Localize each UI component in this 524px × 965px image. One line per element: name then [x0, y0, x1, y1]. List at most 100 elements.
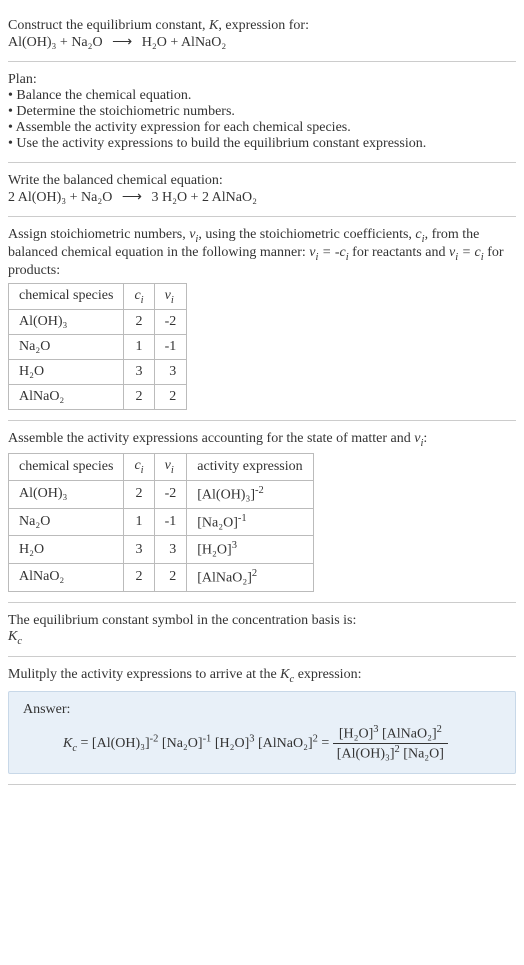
stoich-section: Assign stoichiometric numbers, νi, using… — [8, 217, 516, 421]
activity-section: Assemble the activity expressions accoun… — [8, 421, 516, 602]
cell-v: 2 — [154, 563, 187, 591]
answer-label: Answer: — [23, 702, 501, 718]
cell-c: 1 — [124, 508, 154, 536]
th-v: νi — [154, 283, 187, 310]
cell-expr: [Na₂O]-1 — [187, 508, 313, 536]
equals2: = — [318, 736, 333, 751]
st-d: for reactants and — [349, 245, 449, 260]
eq-rhs: H₂O + AlNaO₂ — [142, 35, 227, 50]
activity-table: chemical species ci νi activity expressi… — [8, 453, 314, 591]
intro-line1a: Construct the equilibrium constant, — [8, 18, 209, 33]
cell-species: H₂O — [9, 360, 124, 385]
act-b: : — [423, 431, 427, 446]
cell-v: -1 — [154, 508, 187, 536]
stoich-text: Assign stoichiometric numbers, νi, using… — [8, 227, 516, 279]
symbol-section: The equilibrium constant symbol in the c… — [8, 603, 516, 658]
c-symbol: ci — [415, 227, 424, 242]
cell-c: 1 — [124, 335, 154, 360]
table-header-row: chemical species ci νi — [9, 283, 187, 310]
st-b: , using the stoichiometric coefficients, — [198, 227, 415, 242]
act-a: Assemble the activity expressions accoun… — [8, 431, 414, 446]
rel-reactants: νi = -ci — [309, 245, 348, 260]
cell-v: -2 — [154, 310, 187, 335]
table-row: Na₂O 1 -1 — [9, 335, 187, 360]
table-row: H₂O 3 3 [H₂O]3 — [9, 536, 314, 564]
table-row: Na₂O 1 -1 [Na₂O]-1 — [9, 508, 314, 536]
th-v: νi — [154, 454, 187, 481]
balanced-rhs: 3 H₂O + 2 AlNaO₂ — [151, 190, 257, 205]
cell-species: AlNaO₂ — [9, 563, 124, 591]
th-species: chemical species — [9, 283, 124, 310]
answer-box: Answer: Kc = [Al(OH)₃]-2 [Na₂O]-1 [H₂O]3… — [8, 691, 516, 773]
table-row: Al(OH)₃ 2 -2 — [9, 310, 187, 335]
th-expr: activity expression — [187, 454, 313, 481]
table-row: AlNaO₂ 2 2 — [9, 385, 187, 410]
table-row: H₂O 3 3 — [9, 360, 187, 385]
intro-text: Construct the equilibrium constant, K, e… — [8, 18, 516, 34]
answer-equation: Kc = [Al(OH)₃]-2 [Na₂O]-1 [H₂O]3 [AlNaO₂… — [23, 724, 501, 762]
plan-item: Determine the stoichiometric numbers. — [8, 104, 516, 120]
intro-section: Construct the equilibrium constant, K, e… — [8, 8, 516, 62]
kc-lhs: Kc — [63, 736, 77, 751]
balanced-intro: Write the balanced chemical equation: — [8, 173, 516, 189]
arrow-icon: ⟶ — [112, 34, 132, 51]
cell-expr: [Al(OH)₃]-2 — [187, 480, 313, 508]
cell-species: Al(OH)₃ — [9, 310, 124, 335]
cell-c: 2 — [124, 480, 154, 508]
eq-lhs: Al(OH)₃ + Na₂O — [8, 35, 103, 50]
rel-products: νi = ci — [449, 245, 484, 260]
fin-a: Mulitply the activity expressions to arr… — [8, 667, 280, 682]
term2: [Na₂O]-1 — [162, 736, 211, 751]
equals: = — [77, 736, 92, 751]
unbalanced-equation: Al(OH)₃ + Na₂O ⟶ H₂O + AlNaO₂ — [8, 34, 516, 51]
balanced-equation: 2 Al(OH)₃ + Na₂O ⟶ 3 H₂O + 2 AlNaO₂ — [8, 189, 516, 206]
final-section: Mulitply the activity expressions to arr… — [8, 657, 516, 784]
th-c: ci — [124, 454, 154, 481]
nu-symbol: νi — [189, 227, 198, 242]
cell-expr: [AlNaO₂]2 — [187, 563, 313, 591]
plan-item: Use the activity expressions to build th… — [8, 136, 516, 152]
plan-list: Balance the chemical equation. Determine… — [8, 88, 516, 152]
cell-c: 3 — [124, 360, 154, 385]
symbol-text: The equilibrium constant symbol in the c… — [8, 613, 516, 629]
cell-v: 3 — [154, 536, 187, 564]
table-header-row: chemical species ci νi activity expressi… — [9, 454, 314, 481]
plan-section: Plan: Balance the chemical equation. Det… — [8, 62, 516, 163]
final-intro: Mulitply the activity expressions to arr… — [8, 667, 516, 685]
cell-v: 3 — [154, 360, 187, 385]
cell-v: -1 — [154, 335, 187, 360]
activity-text: Assemble the activity expressions accoun… — [8, 431, 516, 449]
cell-species: Na₂O — [9, 335, 124, 360]
term4: [AlNaO₂]2 — [258, 736, 318, 751]
cell-c: 2 — [124, 385, 154, 410]
cell-v: 2 — [154, 385, 187, 410]
denominator: [Al(OH)₃]2 [Na₂O] — [333, 744, 448, 763]
cell-c: 2 — [124, 563, 154, 591]
K-symbol: K — [209, 18, 218, 33]
table-row: AlNaO₂ 2 2 [AlNaO₂]2 — [9, 563, 314, 591]
kc-inline: Kc — [280, 667, 294, 682]
cell-species: Na₂O — [9, 508, 124, 536]
cell-v: -2 — [154, 480, 187, 508]
balanced-lhs: 2 Al(OH)₃ + Na₂O — [8, 190, 112, 205]
stoich-table: chemical species ci νi Al(OH)₃ 2 -2 Na₂O… — [8, 283, 187, 411]
th-species: chemical species — [9, 454, 124, 481]
cell-c: 2 — [124, 310, 154, 335]
term1: [Al(OH)₃]-2 — [92, 736, 159, 751]
term3: [H₂O]3 — [215, 736, 255, 751]
cell-c: 3 — [124, 536, 154, 564]
cell-species: H₂O — [9, 536, 124, 564]
plan-item: Assemble the activity expression for eac… — [8, 120, 516, 136]
numerator: [H₂O]3 [AlNaO₂]2 — [333, 724, 448, 744]
cell-species: AlNaO₂ — [9, 385, 124, 410]
cell-expr: [H₂O]3 — [187, 536, 313, 564]
plan-title: Plan: — [8, 72, 516, 88]
th-c: ci — [124, 283, 154, 310]
st-a: Assign stoichiometric numbers, — [8, 227, 189, 242]
intro-line1b: , expression for: — [218, 18, 309, 33]
fraction: [H₂O]3 [AlNaO₂]2 [Al(OH)₃]2 [Na₂O] — [333, 724, 448, 762]
balanced-section: Write the balanced chemical equation: 2 … — [8, 163, 516, 217]
table-row: Al(OH)₃ 2 -2 [Al(OH)₃]-2 — [9, 480, 314, 508]
plan-item: Balance the chemical equation. — [8, 88, 516, 104]
kc-symbol: Kc — [8, 629, 516, 647]
